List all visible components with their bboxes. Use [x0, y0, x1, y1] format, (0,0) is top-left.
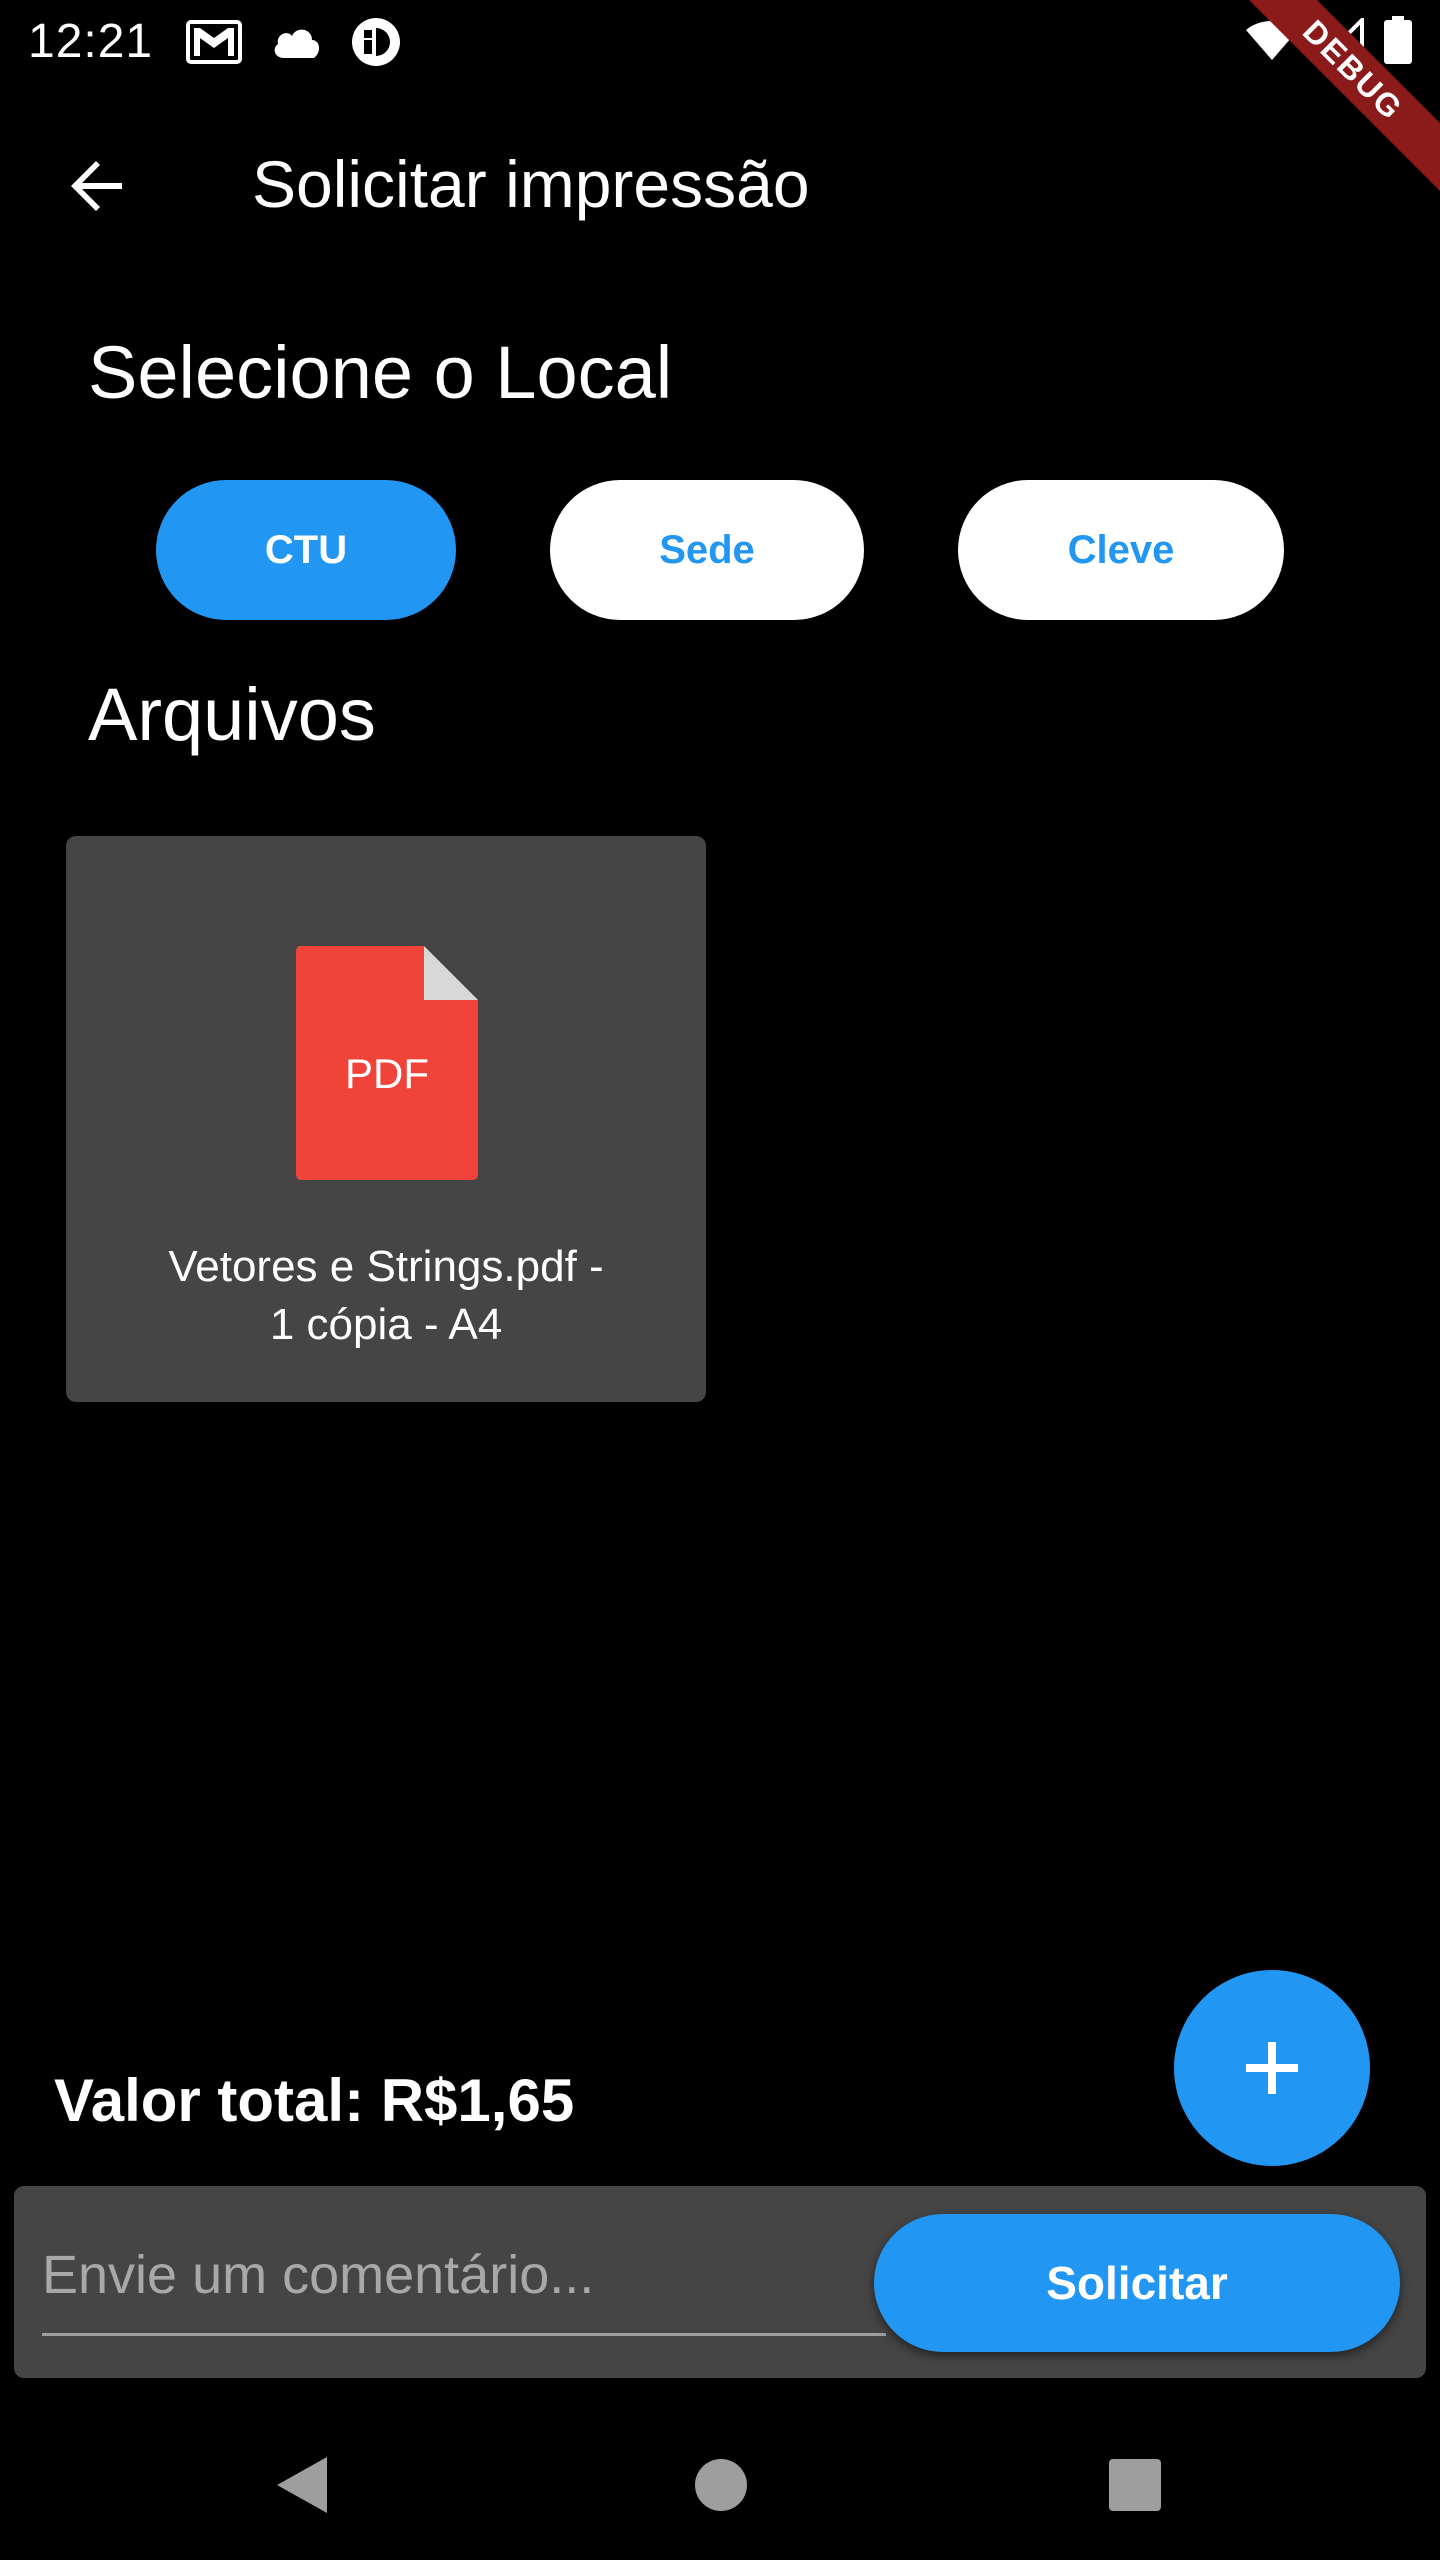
- location-option-label: Sede: [659, 527, 755, 572]
- plus-icon: [1246, 2042, 1298, 2094]
- location-option-label: Cleve: [1067, 527, 1175, 572]
- screen: 12:21 DEBUG Solicitar impressão Selecion…: [0, 0, 1440, 2560]
- add-file-button[interactable]: [1174, 1970, 1370, 2166]
- page-title: Solicitar impressão: [252, 147, 810, 221]
- pdf-icon-label: PDF: [345, 1050, 429, 1097]
- submit-button[interactable]: Solicitar: [874, 2214, 1400, 2352]
- gmail-icon: [186, 20, 242, 69]
- app-bar: Solicitar impressão: [0, 84, 1440, 280]
- status-icons-left: [186, 16, 402, 73]
- file-card[interactable]: PDF Vetores e Strings.pdf - 1 cópia - A4: [66, 836, 706, 1402]
- arrow-back-icon: [71, 161, 122, 211]
- nav-recents-button[interactable]: [1090, 2440, 1180, 2530]
- file-name: Vetores e Strings.pdf - 1 cópia - A4: [86, 1238, 686, 1354]
- location-section-title: Selecione o Local: [88, 331, 673, 414]
- file-name-line1: Vetores e Strings.pdf -: [168, 1242, 604, 1291]
- battery-icon: [1384, 16, 1412, 69]
- status-bar: 12:21 DEBUG: [0, 0, 1440, 204]
- nav-back-icon: [277, 2457, 327, 2513]
- comment-panel: Solicitar: [14, 2186, 1426, 2378]
- nav-recents-icon: [1109, 2459, 1161, 2511]
- app-notification-icon: [350, 16, 402, 73]
- files-section-title: Arquivos: [88, 673, 376, 756]
- total-value: Valor total: R$1,65: [54, 2067, 575, 2134]
- system-nav-bar: [0, 2400, 1440, 2560]
- nav-home-button[interactable]: [676, 2440, 766, 2530]
- location-option-sede[interactable]: Sede: [550, 480, 864, 620]
- nav-back-button[interactable]: [256, 2440, 346, 2530]
- status-time: 12:21: [28, 15, 154, 68]
- cloud-icon: [270, 24, 322, 65]
- nav-home-icon: [695, 2459, 747, 2511]
- comment-input[interactable]: [42, 2216, 886, 2336]
- location-option-cleve[interactable]: Cleve: [958, 480, 1284, 620]
- back-button[interactable]: [56, 144, 140, 228]
- pdf-file-icon: PDF: [296, 946, 478, 1180]
- location-option-label: CTU: [264, 527, 348, 572]
- file-name-line2: 1 cópia - A4: [269, 1300, 503, 1349]
- location-option-ctu[interactable]: CTU: [156, 480, 456, 620]
